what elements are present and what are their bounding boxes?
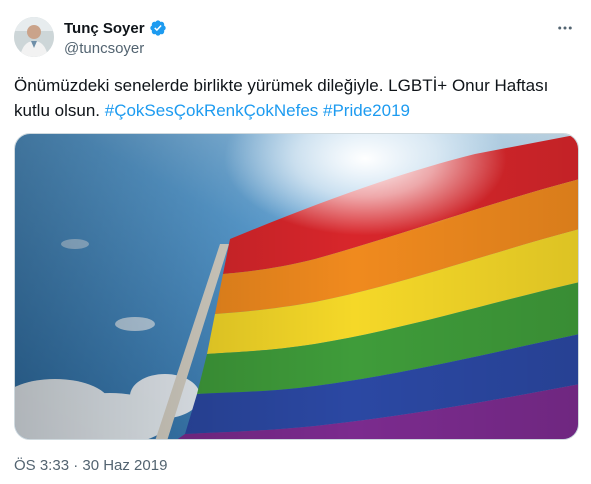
hashtag-link[interactable]: #ÇokSesÇokRenkÇokNefes — [105, 101, 319, 120]
hashtag-link[interactable]: #Pride2019 — [323, 101, 410, 120]
tweet-timestamp[interactable]: ÖS 3:33 · 30 Haz 2019 — [14, 457, 167, 474]
more-options-button[interactable] — [553, 16, 577, 40]
verified-badge-icon — [149, 19, 167, 37]
author-name-row: Tunç Soyer — [64, 19, 167, 37]
tweet: Tunç Soyer @tuncsoyer Önümüzdeki seneler… — [0, 0, 591, 484]
avatar-photo — [14, 17, 54, 57]
author-display-name[interactable]: Tunç Soyer — [64, 20, 145, 37]
avatar[interactable] — [14, 17, 54, 57]
more-options-icon — [558, 26, 572, 30]
tweet-text: Önümüzdeki senelerde birlikte yürümek di… — [14, 73, 574, 123]
author-handle[interactable]: @tuncsoyer — [64, 40, 144, 57]
rainbow-flag-photo — [15, 134, 578, 439]
tweet-media[interactable] — [14, 133, 579, 440]
